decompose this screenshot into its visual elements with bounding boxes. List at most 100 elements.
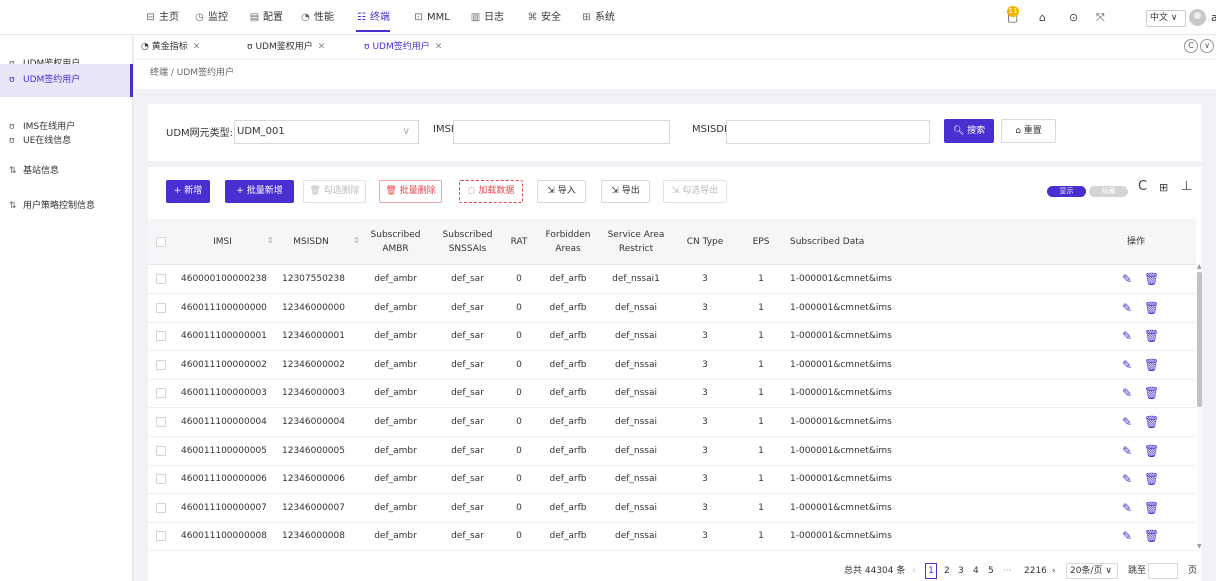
page-2[interactable]: 2 [944,563,950,579]
fullscreen-icon[interactable]: ⤧ [1096,0,1105,35]
delete-icon[interactable]: 🗑︎ [1144,301,1159,315]
add-button[interactable]: + 新增 [166,180,210,203]
batch-add-button[interactable]: + 批量新增 [225,180,294,203]
nav-config[interactable]: ▤ 配置 [249,0,283,35]
col-msisdn[interactable]: MSISDN [282,219,340,265]
show-toggle[interactable]: 显示 [1047,186,1086,197]
table-row[interactable]: 460011100000006 12346000006 def_ambr def_sa… [148,465,1196,495]
edit-icon[interactable]: ✎ [1122,272,1132,286]
sort-icon[interactable]: ⇕ [353,236,360,245]
help-icon[interactable]: ⊙ [1069,0,1078,35]
username[interactable]: admin [1211,0,1216,35]
import-button[interactable]: ⇲ 导入 [537,180,586,203]
table-row[interactable]: 460000100000238 12307550238 def_ambr def_sa… [148,265,1196,294]
nav-monitor[interactable]: ◷ 监控 [194,0,228,35]
hide-toggle[interactable]: 隐藏 [1089,186,1128,197]
table-row[interactable]: 460011100000001 12346000001 def_ambr def_sa… [148,322,1196,352]
row-checkbox[interactable] [156,302,166,313]
tab-golden-metrics[interactable]: ◔ 黄金指标 ✕ [141,35,200,59]
edit-icon[interactable]: ✎ [1122,444,1132,458]
page-4[interactable]: 4 [973,563,979,579]
select-all-checkbox[interactable] [156,237,166,247]
edit-icon[interactable]: ✎ [1122,386,1132,400]
next-page-icon[interactable]: › [1052,563,1056,579]
row-checkbox[interactable] [156,359,166,370]
row-checkbox[interactable] [156,388,166,399]
nav-terminal[interactable]: ☷ 终端 [356,0,390,35]
table-row[interactable]: 460011100000005 12346000005 def_ambr def_sa… [148,437,1196,466]
table-row[interactable]: 460011100000003 12346000003 def_ambr def_sa… [148,379,1196,409]
prev-page-icon[interactable]: ‹ [912,563,916,579]
delete-icon[interactable]: 🗑︎ [1144,415,1159,429]
row-checkbox[interactable] [156,417,166,427]
table-row[interactable]: 460011100000002 12346000002 def_ambr def_sa… [148,351,1196,380]
udm-type-select[interactable]: UDM_001 ∨ [234,120,419,144]
nav-home[interactable]: ⊟ 主页 [145,0,179,35]
nav-performance[interactable]: ◔ 性能 [300,0,334,35]
batch-delete-button[interactable]: 🗑︎ 批量删除 [379,180,442,203]
table-row[interactable]: 460011100000008 12346000008 def_ambr def_sa… [148,522,1196,552]
delete-icon[interactable]: 🗑︎ [1144,329,1159,343]
nav-security[interactable]: ⌘ 安全 [527,0,562,35]
delete-icon[interactable]: 🗑︎ [1144,472,1159,486]
lock-icon[interactable]: ⌂ [1039,0,1046,35]
export-button[interactable]: ⇲ 导出 [601,180,650,203]
close-icon[interactable]: ✕ [318,42,326,52]
tab-udm-sign[interactable]: ʊ UDM签约用户 ✕ [364,35,442,59]
page-size-select[interactable]: 20条/页 ∨ [1066,563,1118,579]
page-last[interactable]: 2216 [1024,563,1047,579]
goto-input[interactable] [1148,563,1178,579]
table-row[interactable]: 460011100000004 12346000004 def_ambr def_sa… [148,408,1196,437]
row-checkbox[interactable] [156,502,166,513]
col-imsi[interactable]: IMSI [181,219,264,265]
tab-udm-auth[interactable]: ʊ UDM鉴权用户 ✕ [247,35,325,59]
language-select[interactable]: 中文 ∨ [1146,10,1186,27]
scrollbar-thumb[interactable] [1197,272,1202,407]
reset-button[interactable]: ⌂ 重置 [1001,119,1056,143]
edit-icon[interactable]: ✎ [1122,472,1132,486]
sidebar-item-udm-sign[interactable]: ʊ UDM签约用户 [0,64,133,97]
columns-icon[interactable]: ⊞ [1159,181,1168,194]
edit-icon[interactable]: ✎ [1122,529,1132,543]
refresh-icon[interactable]: C [1138,179,1147,194]
close-icon[interactable]: ✕ [193,42,201,52]
msisdn-input[interactable] [726,120,930,144]
sidebar-item-ue-online[interactable]: ʊ UE在线信息 [0,125,133,158]
row-checkbox[interactable] [156,474,166,485]
scroll-up-icon[interactable]: ▲ [1197,263,1202,270]
density-icon[interactable]: ⊥ [1181,179,1192,194]
avatar[interactable] [1189,9,1206,26]
row-checkbox[interactable] [156,331,166,342]
page-ellipsis[interactable]: ··· [1003,563,1012,579]
table-row[interactable]: 460011100000007 12346000007 def_ambr def_sa… [148,494,1196,523]
page-3[interactable]: 3 [958,563,964,579]
delete-icon[interactable]: 🗑︎ [1144,272,1159,286]
nav-log[interactable]: ▥ 日志 [470,0,504,35]
delete-icon[interactable]: 🗑︎ [1144,444,1159,458]
edit-icon[interactable]: ✎ [1122,358,1132,372]
refresh-tab-icon[interactable]: C [1184,39,1198,53]
edit-icon[interactable]: ✎ [1122,415,1132,429]
delete-icon[interactable]: 🗑︎ [1144,529,1159,543]
row-checkbox[interactable] [156,531,166,542]
sort-icon[interactable]: ⇕ [267,236,274,245]
delete-icon[interactable]: 🗑︎ [1144,386,1159,400]
scroll-down-icon[interactable]: ▼ [1197,543,1202,550]
delete-selected-button[interactable]: 🗑︎ 勾选删除 [303,180,366,203]
delete-icon[interactable]: 🗑︎ [1144,501,1159,515]
edit-icon[interactable]: ✎ [1122,301,1132,315]
page-5[interactable]: 5 [988,563,994,579]
close-icon[interactable]: ✕ [435,42,443,52]
delete-icon[interactable]: 🗑︎ [1144,358,1159,372]
sidebar-item-base-station[interactable]: ⇅ 基站信息 [0,155,133,188]
imsi-input[interactable] [453,120,670,144]
chevron-down-icon[interactable]: ∨ [1200,39,1214,53]
row-checkbox[interactable] [156,274,166,284]
table-row[interactable]: 460011100000000 12346000000 def_ambr def_sa… [148,294,1196,323]
edit-icon[interactable]: ✎ [1122,501,1132,515]
nav-system[interactable]: ⊞ 系统 [581,0,615,35]
search-button[interactable]: 🔍︎ 搜索 [944,119,994,143]
edit-icon[interactable]: ✎ [1122,329,1132,343]
export-selected-button[interactable]: ⇲ 勾选导出 [663,180,727,203]
load-data-button[interactable]: ◌ 加载数据 [459,180,523,203]
